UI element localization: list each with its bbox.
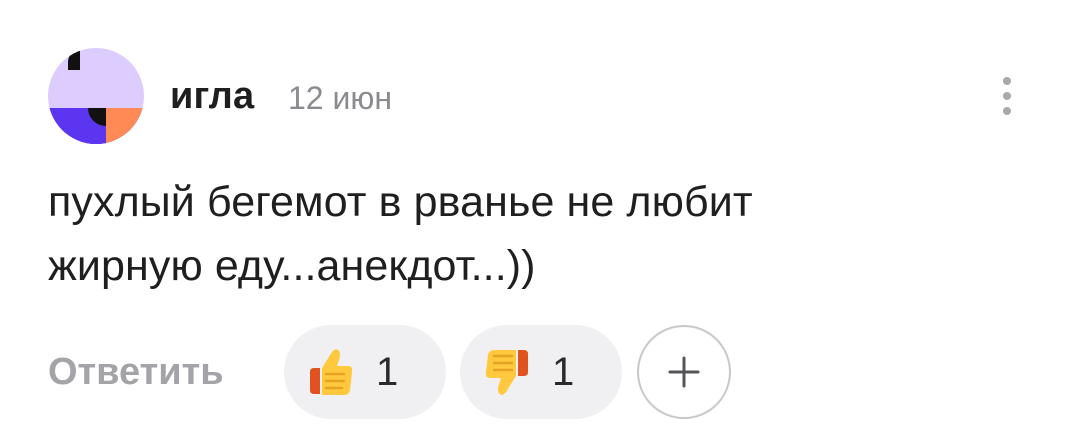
reply-button[interactable]: Ответить [48,348,224,396]
author-name[interactable]: игла [170,72,254,120]
comment-date: 12 июн [288,80,393,116]
more-vertical-icon [1003,77,1011,85]
dislike-count: 1 [552,350,575,394]
more-vertical-icon-dot [1003,107,1011,115]
dislike-reaction-button[interactable]: 1 [460,325,622,419]
thumbs-up-icon [310,349,353,395]
avatar[interactable] [48,48,144,144]
like-count: 1 [376,350,399,394]
like-reaction-button[interactable]: 1 [284,325,446,419]
more-options-button[interactable] [990,72,1024,120]
thumbs-down-icon [485,350,528,395]
comment-text: пухлый бегемот в рванье не любит жирную … [48,178,753,290]
comment-card: игла 12 июн пухлый бегемот в рванье не л… [0,0,1079,446]
more-vertical-icon-dot [1003,92,1011,100]
plus-icon [668,356,700,388]
add-reaction-button[interactable] [637,325,731,419]
